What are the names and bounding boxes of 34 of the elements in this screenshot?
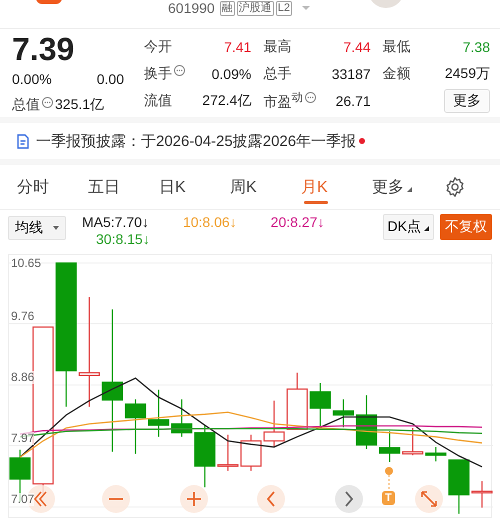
price: 7.39 <box>12 31 76 67</box>
price-axis-label: 7.97 <box>11 432 34 445</box>
moving-average-value: MA5:7.70↓ <box>82 214 149 231</box>
price-axis-label: 10.65 <box>11 257 42 270</box>
stat-value: 2459万 <box>444 64 490 82</box>
stat-value: 7.38 <box>462 38 490 54</box>
stat-label: 总值 <box>12 95 40 114</box>
stat-value: 7.44 <box>343 38 371 54</box>
stat-value: 33187 <box>332 66 371 82</box>
change-value: 0.00 <box>96 70 124 89</box>
stat-label: 总手 <box>263 64 292 82</box>
stock-code: 601990 <box>168 0 215 16</box>
price-axis-label: 7.07 <box>11 493 34 506</box>
price-axis-label: 8.86 <box>11 371 34 384</box>
stat-label: 市盈$^{动}$ <box>263 90 304 112</box>
moving-average-value: 30:8.15↓ <box>96 231 150 248</box>
stat-value: 0.09% <box>212 66 252 82</box>
stat-label: 金额 <box>382 64 411 82</box>
moving-average-value: 20:8.27↓ <box>270 214 324 231</box>
stat-value: 272.4亿 <box>202 92 252 110</box>
moving-average-value: 10:8.06↓ <box>182 214 237 231</box>
stock-tag: 沪股通 <box>236 0 274 16</box>
stat-label: 最高 <box>263 38 292 56</box>
change-percent: 0.00% <box>12 70 52 89</box>
stat-label: 流值 <box>144 92 172 110</box>
price-axis-label: 9.76 <box>11 310 34 323</box>
stat-value: 26.71 <box>336 92 371 108</box>
stat-value: 7.41 <box>224 38 252 54</box>
stock-tag: 融 <box>220 0 235 16</box>
stat-label: 最低 <box>382 38 411 56</box>
stat-value: 325.1亿 <box>55 95 104 114</box>
stat-label: 换手 <box>144 64 172 82</box>
stat-label: 今开 <box>144 38 172 56</box>
stock-tag: L2 <box>276 0 292 16</box>
